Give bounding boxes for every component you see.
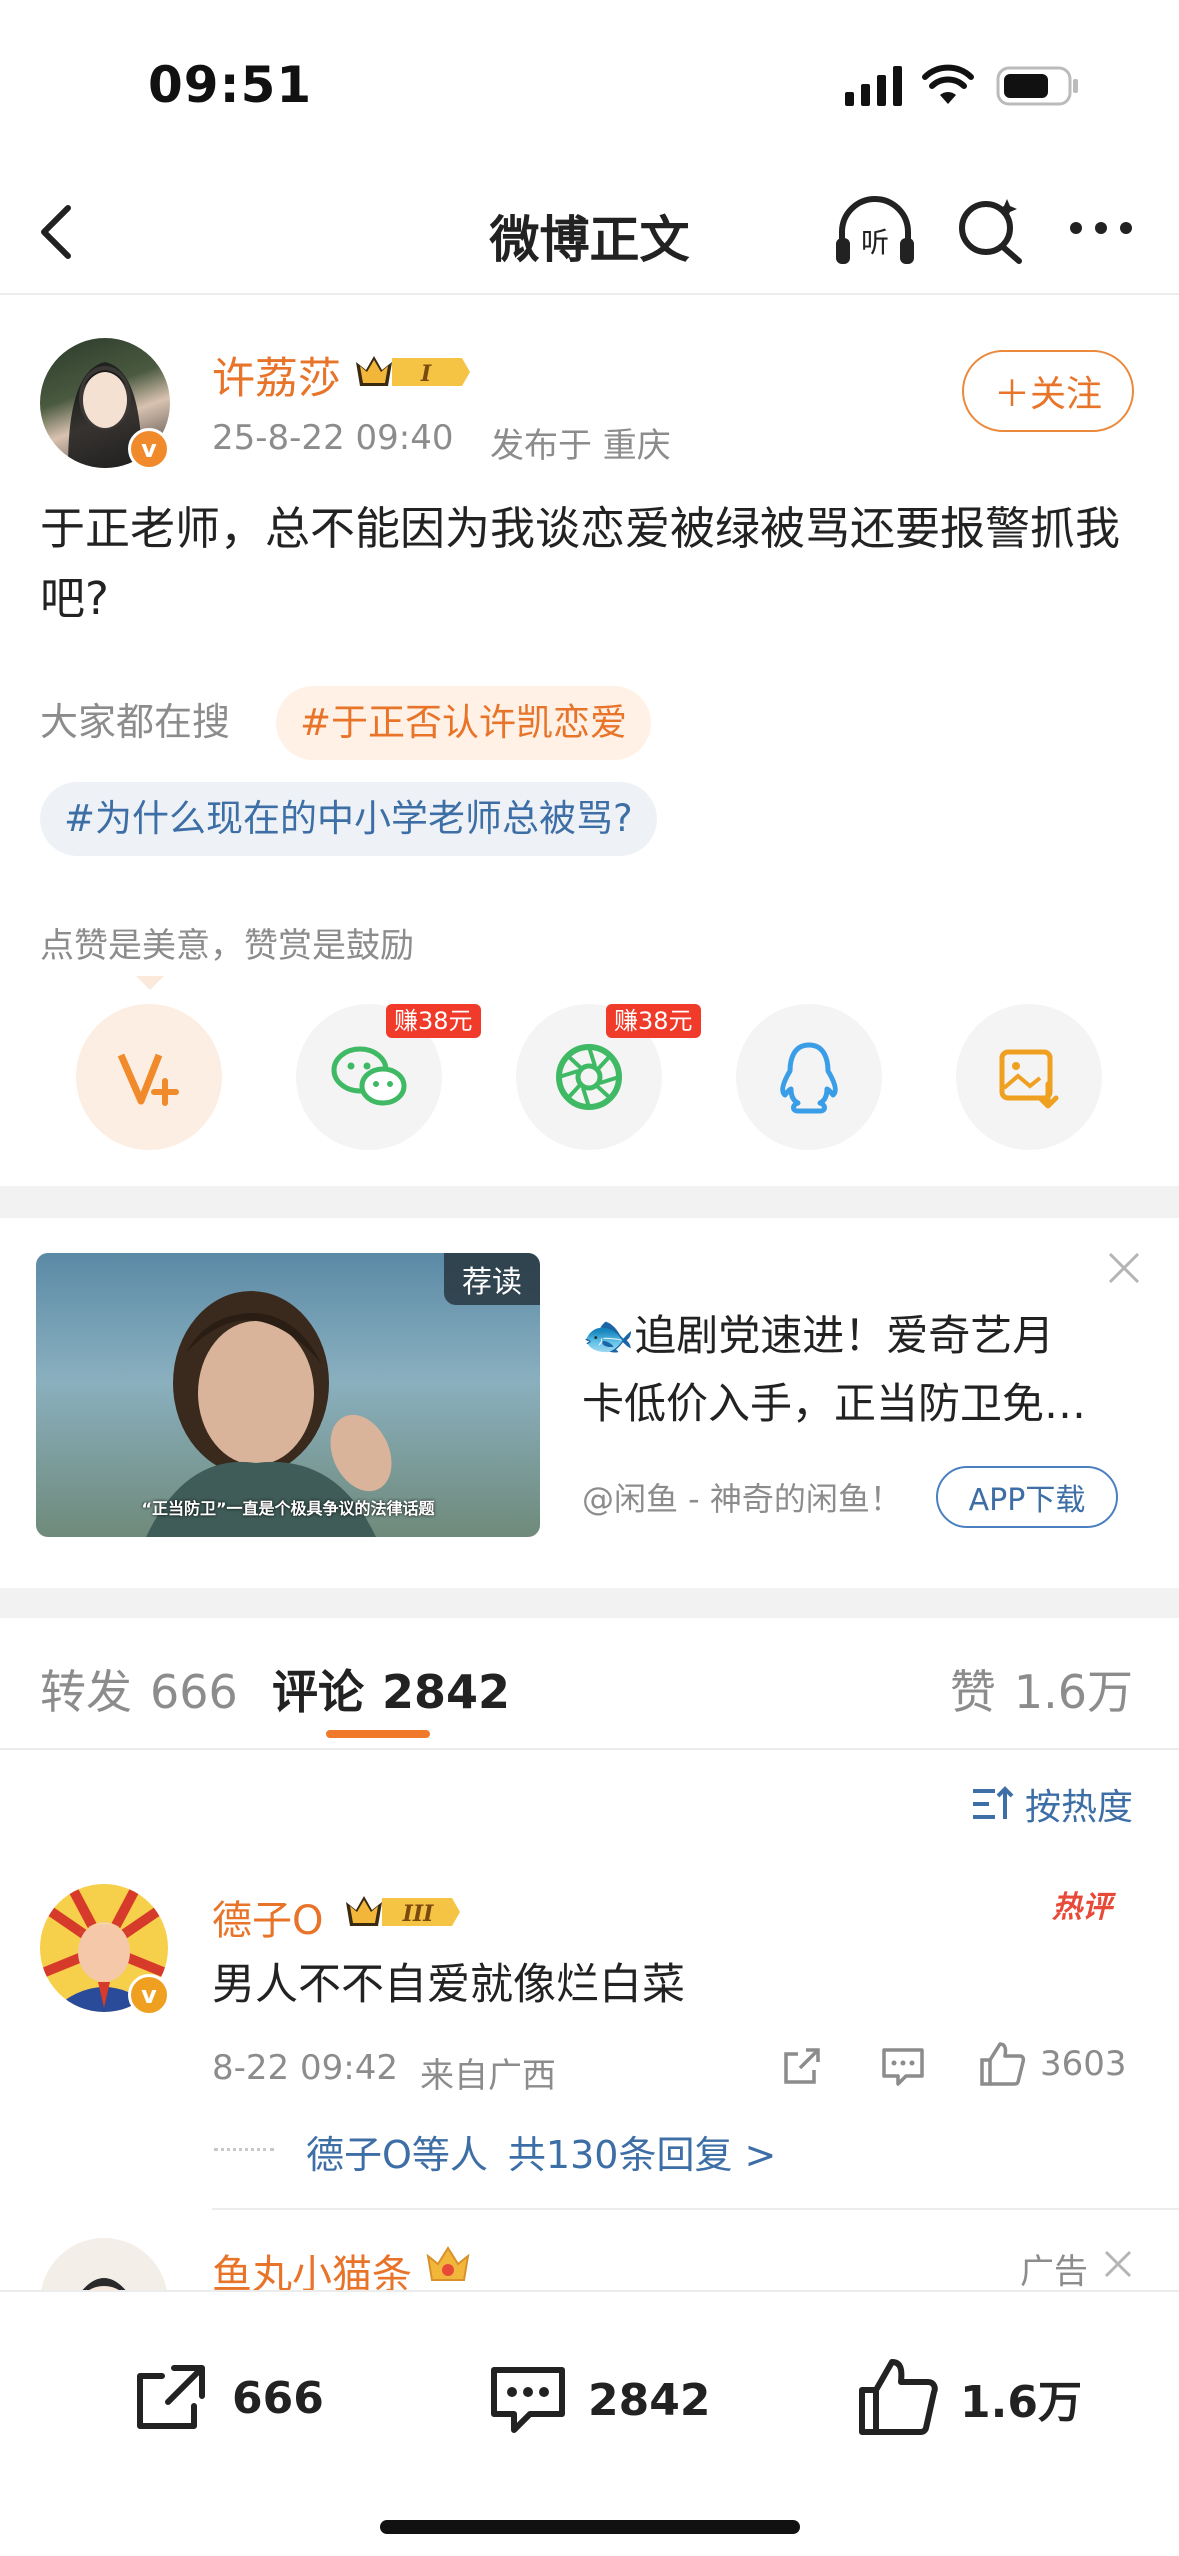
tab-comment-label: 评论: [272, 1665, 364, 1719]
hashtag-yuzheng[interactable]: #于正否认许凯恋爱: [276, 686, 652, 760]
close-ad-comment-icon[interactable]: [1102, 2248, 1134, 2284]
crown-level-text: I: [420, 361, 432, 387]
bottom-repost-button[interactable]: 666: [132, 2360, 324, 2436]
hashtag-teachers[interactable]: #为什么现在的中小学老师总被骂?: [40, 782, 657, 856]
bottom-action-bar: 666 2842 1.6万: [0, 2290, 1179, 2556]
section-divider: [0, 1186, 1179, 1218]
bottom-like-count: 1.6万: [960, 2377, 1082, 2428]
app-download-button[interactable]: APP下载: [936, 1466, 1118, 1528]
share-qq-button[interactable]: [736, 1004, 882, 1150]
cellular-signal-icon: [845, 66, 903, 110]
tab-repost-count: 666: [150, 1665, 238, 1719]
wifi-icon: [922, 64, 974, 110]
comment-author[interactable]: 德子O: [212, 1888, 323, 1946]
comment-divider: [212, 2208, 1179, 2210]
comment-verified-icon: v: [128, 1974, 170, 2016]
crown-icon: [424, 2242, 472, 2290]
home-indicator: [380, 2520, 800, 2534]
comment-crown-level: III: [402, 1901, 435, 1927]
ad-badge: 荐读: [444, 1253, 540, 1305]
bottom-comment-count: 2842: [588, 2374, 711, 2426]
section-divider-2: [0, 1588, 1179, 1618]
hot-comment-badge: 热评: [1052, 1890, 1112, 1925]
comment-reply-icon[interactable]: [880, 2044, 926, 2092]
verified-icon: v: [128, 428, 170, 470]
moments-icon: [556, 1044, 622, 1110]
reward-pointer: [136, 976, 164, 990]
sort-icon: [972, 1786, 1014, 1819]
reward-v-icon: [117, 1053, 179, 1106]
comment-crown-badge: III: [342, 1890, 462, 1938]
post-location: 发布于 重庆: [490, 426, 671, 466]
bottom-like-button[interactable]: 1.6万: [856, 2356, 1082, 2440]
author-name[interactable]: 许荔莎: [212, 344, 341, 406]
sort-label: 按热度: [1024, 1787, 1133, 1828]
navigation-bar: 微博正文 听: [0, 170, 1179, 295]
ad-title[interactable]: 🐟追剧党速进！爱奇艺月 卡低价入手，正当防卫免…: [582, 1302, 1086, 1438]
earn-badge-moments: 赚38元: [606, 1004, 701, 1038]
tab-comment[interactable]: 评论 2842: [272, 1656, 510, 1722]
replies-link[interactable]: 德子O等人 共130条回复 >: [306, 2124, 776, 2179]
bottom-comment-button[interactable]: 2842: [488, 2360, 710, 2440]
comment-location: 来自广西: [420, 2056, 556, 2096]
tab-likes[interactable]: 赞 1.6万: [950, 1656, 1133, 1722]
search-icon[interactable]: [955, 195, 1025, 269]
ad-source: @闲鱼 - 神奇的闲鱼！: [582, 1480, 902, 1518]
tab-likes-label: 赞: [949, 1665, 996, 1719]
comment-time: 8-22 09:42: [212, 2048, 398, 2088]
save-image-icon: [999, 1049, 1059, 1109]
search-trend-label: 大家都在搜: [40, 700, 231, 744]
sort-by-hot-button[interactable]: 按热度: [971, 1778, 1133, 1830]
bottom-repost-count: 666: [232, 2372, 324, 2424]
follow-button[interactable]: ＋关注: [962, 350, 1134, 432]
replies-count: 共130条回复 >: [507, 2133, 777, 2177]
tab-repost[interactable]: 转发 666: [40, 1656, 238, 1722]
save-image-button[interactable]: [956, 1004, 1102, 1150]
ad-caption: “正当防卫”一直是个极具争议的法律话题: [141, 1499, 435, 1518]
ad-title-line2: 卡低价入手，正当防卫免…: [582, 1379, 1087, 1428]
tab-likes-count: 1.6万: [1013, 1665, 1133, 1719]
reply-dots: [214, 2148, 274, 2151]
comment-share-icon[interactable]: [780, 2044, 824, 2092]
listen-icon[interactable]: 听: [832, 192, 918, 276]
tab-comment-count: 2842: [382, 1665, 511, 1719]
status-time: 09:51: [148, 56, 313, 114]
active-tab-indicator: [326, 1730, 430, 1738]
ad-label: 广告: [1020, 2252, 1088, 2292]
crown-level-badge: I: [352, 350, 472, 398]
tabs-divider: [0, 1748, 1179, 1750]
comment-like-button[interactable]: 3603: [978, 2040, 1127, 2088]
ad-image[interactable]: 荐读 “正当防卫”一直是个极具争议的法律话题: [36, 1253, 540, 1537]
thumbs-up-icon: [980, 2042, 1026, 2086]
ad-title-line1: 🐟追剧党速进！爱奇艺月: [582, 1311, 1055, 1360]
like-icon: [859, 2359, 938, 2435]
post-time: 25-8-22 09:40: [212, 418, 454, 458]
repost-icon: [137, 2365, 205, 2429]
comment-icon: [491, 2367, 565, 2433]
earn-badge-wechat: 赚38元: [386, 1004, 481, 1038]
qq-icon: [780, 1042, 838, 1114]
post-text: 于正老师，总不能因为我谈恋爱被绿被骂还要报警抓我吧?: [40, 502, 1121, 625]
wechat-icon: [331, 1046, 407, 1106]
tab-repost-label: 转发: [40, 1665, 132, 1719]
more-icon[interactable]: [1068, 220, 1134, 240]
battery-icon: [996, 66, 1080, 110]
comment-like-count: 3603: [1040, 2044, 1127, 2084]
reward-hint: 点赞是美意，赞赏是鼓励: [40, 926, 414, 966]
comment-text: 男人不不自爱就像烂白菜: [212, 1960, 685, 2010]
reward-button[interactable]: [76, 1004, 222, 1150]
svg-text:听: 听: [861, 226, 889, 259]
close-icon[interactable]: [1106, 1250, 1142, 1290]
weibo-post-screen: 09:51 微博正文 听 v 许荔莎 I 25-8-22 09:40 发布于 重…: [0, 0, 1179, 2556]
replies-users: 德子O等人: [306, 2133, 488, 2177]
